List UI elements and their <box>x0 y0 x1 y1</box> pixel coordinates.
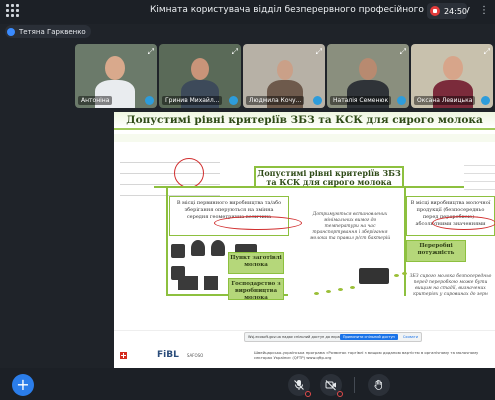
slide-right-note: ЗБЗ сирого молока безпосередньо перед пе… <box>409 274 492 297</box>
red-highlight-oval <box>174 158 204 188</box>
participant-video <box>191 58 209 80</box>
participant-tile[interactable]: ⤢ Гринив Михайл... <box>159 44 241 108</box>
participant-name: Антоніна <box>78 96 113 105</box>
swiss-flag-icon <box>120 351 127 359</box>
hand-icon <box>374 379 382 390</box>
record-icon <box>430 6 440 16</box>
participant-video <box>277 60 293 80</box>
screen-share-notification: Wsj.ecosoft.gov.ua надає спільний доступ… <box>244 332 422 342</box>
mic-toggle-button[interactable] <box>288 374 311 397</box>
mic-status-icon <box>481 96 490 105</box>
slide-title: Допустимі рівні критеріїв ЗБЗ та КСК для… <box>126 114 483 126</box>
slide-mid-note: Дотримуються встановлених мінімальних ви… <box>309 212 391 241</box>
fibl-logo: FiBL <box>157 350 179 360</box>
expand-icon[interactable]: ⤢ <box>484 47 490 57</box>
arrow-dot <box>350 286 355 289</box>
control-divider <box>354 377 355 393</box>
mic-off-icon <box>294 380 304 390</box>
participant-strip: ⤢ Антоніна ⤢ Гринив Михайл... ⤢ Людмила … <box>75 44 495 110</box>
slide-green-box: Пункт заготівлі молока <box>228 252 284 274</box>
red-highlight-oval <box>214 216 302 230</box>
mic-warning-badge <box>305 391 311 397</box>
cow-icon <box>204 276 218 290</box>
participant-video <box>105 56 125 80</box>
add-button[interactable]: + <box>12 374 34 396</box>
participant-tile[interactable]: ⤢ Оксана Левицька <box>411 44 493 108</box>
control-bar <box>0 368 495 400</box>
arrow-dot <box>326 290 331 293</box>
grid-menu-icon[interactable] <box>6 4 20 18</box>
participant-name: Оксана Левицька <box>414 96 476 105</box>
top-bar: Кімната користувача відділ безперервного… <box>0 0 495 24</box>
milk-truck-icon <box>359 268 389 284</box>
slide-band <box>114 134 495 142</box>
arrow-dot <box>394 274 399 277</box>
slide-header: Допустимі рівні критеріїв ЗБЗ та КСК для… <box>114 112 495 130</box>
expand-icon[interactable]: ⤢ <box>400 47 406 57</box>
arrow-dot <box>314 292 319 295</box>
current-user-pill[interactable]: Тетяна Гарквенко <box>5 25 91 38</box>
slide-inner-title: Допустимі рівні критеріїв ЗБЗ та КСК для… <box>254 166 404 188</box>
shared-screen: Допустимі рівні критеріїв ЗБЗ та КСК для… <box>114 112 495 368</box>
slide-connector <box>404 186 464 188</box>
participant-tile[interactable]: ⤢ Людмила Кочу... <box>243 44 325 108</box>
mic-status-icon <box>229 96 238 105</box>
participant-name: Людмила Кочу... <box>246 96 305 105</box>
mic-status-icon <box>145 96 154 105</box>
stop-sharing-button[interactable]: Припинити спільний доступ <box>339 334 398 340</box>
user-avatar <box>7 27 15 36</box>
notification-text: Wsj.ecosoft.gov.ua надає спільний доступ… <box>248 335 340 339</box>
partner-logos: FiBL SAFOSO <box>120 346 240 364</box>
red-highlight-oval <box>432 216 495 230</box>
slide-processing-box: Переробні потужність <box>406 240 466 262</box>
meeting-title: Кімната користувача відділ безперервного… <box>150 5 470 15</box>
slide-side-table <box>464 158 495 192</box>
mic-status-icon <box>397 96 406 105</box>
participant-video <box>359 58 377 80</box>
cow-icon <box>171 244 185 258</box>
farm-icon <box>178 276 198 290</box>
recording-time: 24:50 <box>443 6 467 16</box>
safoso-logo: SAFOSO <box>186 352 204 358</box>
slide-green-box: Господарство з виробництва молока <box>228 278 284 301</box>
more-options-icon[interactable]: ⋮ <box>479 5 489 17</box>
camera-warning-badge <box>337 391 343 397</box>
farmer-icon <box>211 240 225 256</box>
recording-badge[interactable]: 24:50 <box>427 3 467 19</box>
expand-icon[interactable]: ⤢ <box>316 47 322 57</box>
mic-status-icon <box>313 96 322 105</box>
hide-button[interactable]: Сховати <box>400 334 421 340</box>
slide-connector <box>154 186 254 188</box>
slide-small-table <box>120 152 220 196</box>
farmer-icon <box>191 240 205 256</box>
participant-video <box>443 56 463 80</box>
camera-toggle-button[interactable] <box>320 374 343 397</box>
participant-name: Наталія Семенюк <box>330 96 392 105</box>
expand-icon[interactable]: ⤢ <box>148 47 154 57</box>
slide-footer-text: Швейцарсько-українська програма «Розвито… <box>254 350 479 360</box>
raise-hand-button[interactable] <box>368 374 390 396</box>
expand-icon[interactable]: ⤢ <box>232 47 238 57</box>
user-name: Тетяна Гарквенко <box>19 27 86 36</box>
participant-tile[interactable]: ⤢ Антоніна <box>75 44 157 108</box>
slide-connector <box>166 186 168 296</box>
arrow-dot <box>338 288 343 291</box>
participant-tile[interactable]: ⤢ Наталія Семенюк <box>327 44 409 108</box>
camera-off-icon <box>325 380 336 391</box>
participant-name: Гринив Михайл... <box>162 96 223 105</box>
